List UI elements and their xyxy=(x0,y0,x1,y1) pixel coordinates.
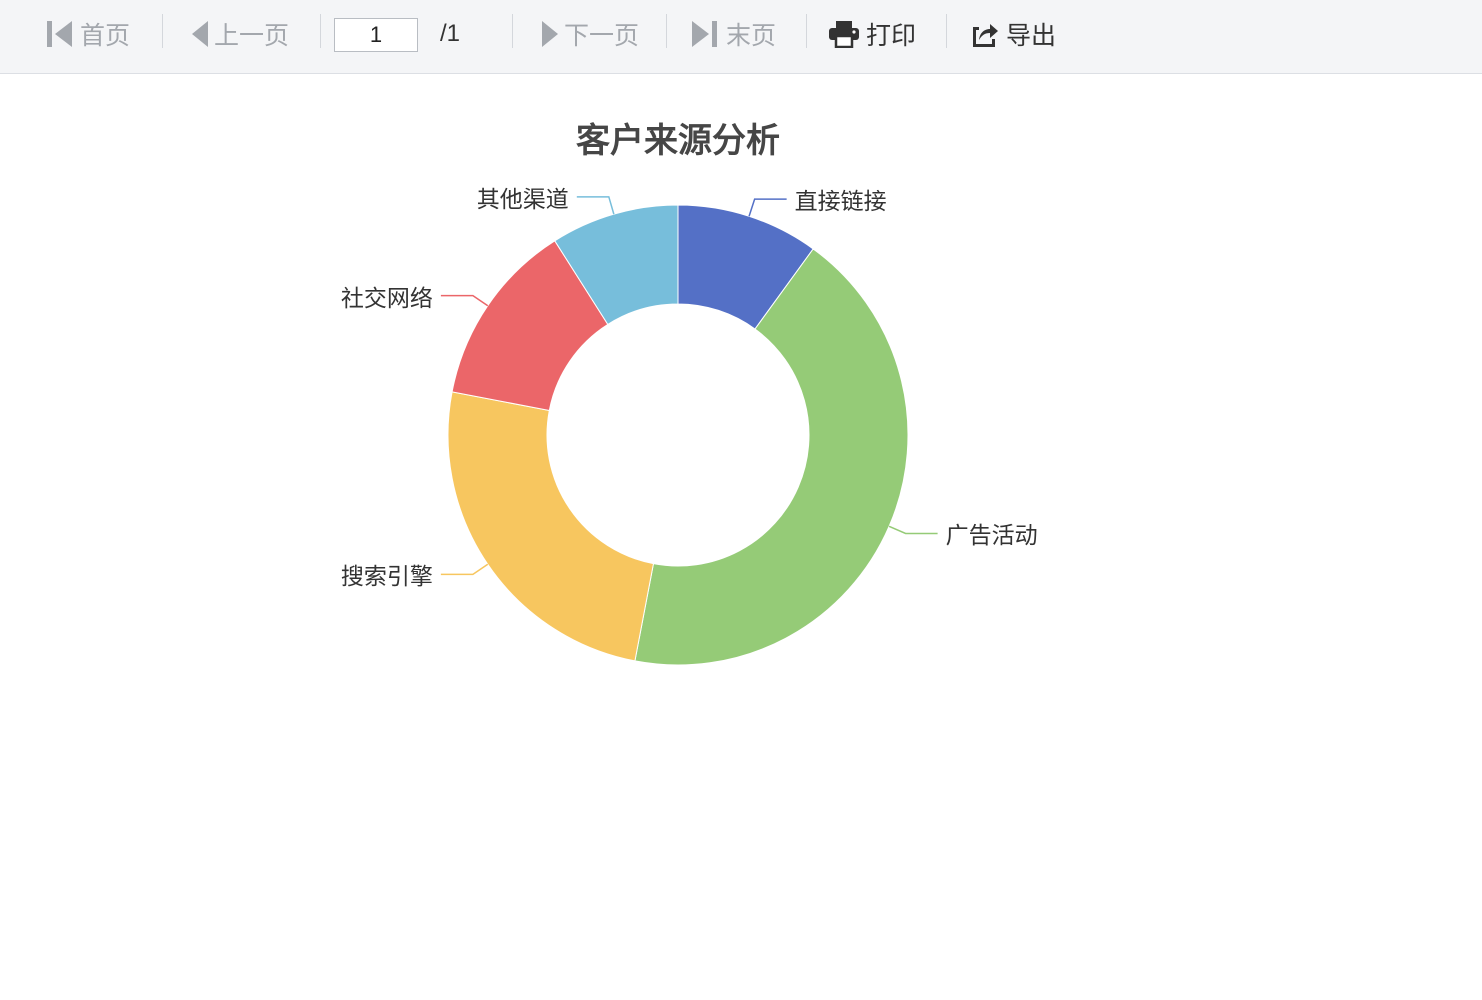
page-number-input[interactable] xyxy=(334,18,418,52)
prev-page-label: 上一页 xyxy=(214,21,290,50)
toolbar-divider xyxy=(946,14,947,48)
donut-chart xyxy=(440,196,938,666)
donut-slice[interactable] xyxy=(634,248,909,666)
next-page-button[interactable]: 下一页 xyxy=(540,14,639,54)
toolbar-divider xyxy=(806,14,807,48)
leader-line xyxy=(440,563,489,576)
chart-title: 客户来源分析 xyxy=(576,121,780,161)
toolbar-divider xyxy=(320,14,321,48)
print-button[interactable]: 打印 xyxy=(828,14,916,54)
slice-label: 搜索引擎 xyxy=(340,564,433,591)
next-page-label: 下一页 xyxy=(564,21,640,50)
last-page-icon xyxy=(692,21,717,47)
first-page-button[interactable]: 首页 xyxy=(46,14,130,54)
leader-line xyxy=(576,196,615,215)
last-page-button[interactable]: 末页 xyxy=(690,14,776,54)
export-label: 导出 xyxy=(1006,21,1057,50)
slice-label: 社交网络 xyxy=(340,285,433,312)
toolbar-divider xyxy=(162,14,163,48)
prev-page-icon xyxy=(192,21,208,47)
page-total: /1 xyxy=(440,20,461,47)
report-toolbar: 首页 上一页 /1 下一页 末页 打印 xyxy=(0,0,1482,74)
slice-label: 其他渠道 xyxy=(476,186,569,213)
next-page-icon xyxy=(542,21,558,47)
slice-label: 直接链接 xyxy=(794,189,887,216)
toolbar-divider xyxy=(512,14,513,48)
export-icon xyxy=(973,24,998,47)
printer-icon xyxy=(829,21,859,48)
prev-page-button[interactable]: 上一页 xyxy=(190,14,289,54)
leader-line xyxy=(440,294,489,307)
slice-label: 广告活动 xyxy=(945,523,1038,550)
export-button[interactable]: 导出 xyxy=(970,14,1056,54)
first-page-label: 首页 xyxy=(80,21,131,50)
leader-line xyxy=(748,198,787,217)
donut-slice[interactable] xyxy=(447,391,655,662)
leader-line xyxy=(888,525,938,535)
last-page-label: 末页 xyxy=(726,21,777,50)
print-label: 打印 xyxy=(866,21,917,50)
chart-area: 客户来源分析 直接链接广告活动搜索引擎 社交网络 其他渠道 xyxy=(0,75,1482,1000)
first-page-icon xyxy=(47,21,72,47)
toolbar-divider xyxy=(666,14,667,48)
